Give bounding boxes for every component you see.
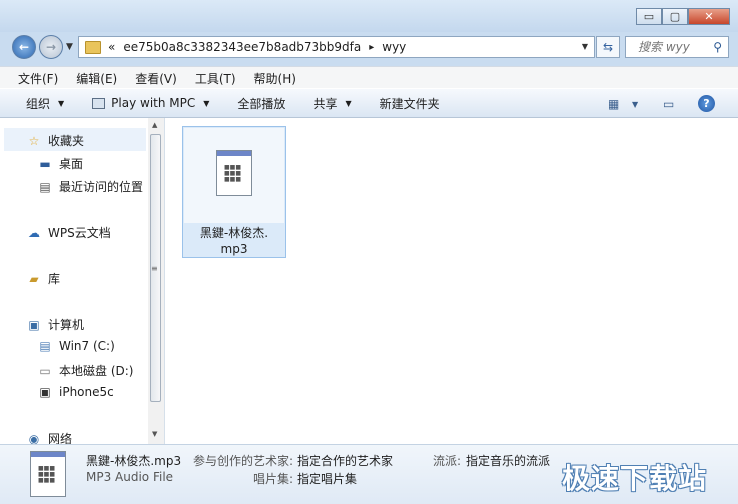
breadcrumb-item-wyy[interactable]: wyy <box>382 40 406 54</box>
menu-help[interactable]: 帮助(H) <box>245 70 305 87</box>
audio-file-icon: ■■■ ■■■ ■■■ <box>30 451 66 497</box>
window-controls: ▭ ▢ ✕ <box>636 8 730 25</box>
details-artist-label: 参与创作的艺术家: <box>193 454 294 468</box>
breadcrumb-separator[interactable]: ▸ <box>369 42 374 53</box>
scrollbar-grip-icon: ≡ <box>151 264 158 273</box>
details-file-type: MP3 Audio File <box>86 470 174 484</box>
share-button[interactable]: 共享 ▼ <box>313 95 351 112</box>
refresh-button[interactable]: ⇆ <box>596 36 620 58</box>
scroll-down-icon[interactable]: ▼ <box>152 430 157 438</box>
scroll-up-icon[interactable]: ▲ <box>152 121 157 129</box>
hard-drive-icon: ▭ <box>39 363 51 378</box>
breadcrumb-item-folder-hash[interactable]: ee75b0a8c3382343ee7b8adb73bb9dfa <box>123 40 361 54</box>
breadcrumb-overflow[interactable]: « <box>108 40 115 54</box>
nav-item-label: 最近访问的位置 <box>59 180 144 194</box>
nav-item-drive-c[interactable]: ▤ Win7 (C:) <box>37 339 115 353</box>
system-drive-icon: ▤ <box>39 339 51 353</box>
search-input[interactable] <box>636 39 710 55</box>
audio-file-icon: ■■■ ■■■ ■■■ <box>216 150 252 196</box>
nav-item-iphone[interactable]: ▣ iPhone5c <box>37 385 114 399</box>
address-bar[interactable]: « ee75b0a8c3382343ee7b8adb73bb9dfa ▸ wyy… <box>78 36 595 58</box>
search-box[interactable]: ⚲ <box>625 36 729 58</box>
recent-places-icon: ▤ <box>39 179 51 194</box>
share-label: 共享 <box>313 96 338 111</box>
details-album-value[interactable]: 指定唱片集 <box>297 470 357 487</box>
computer-icon: ▣ <box>28 317 40 332</box>
play-with-label: Play with MPC <box>111 96 196 110</box>
file-thumbnail: ■■■ ■■■ ■■■ <box>184 128 284 223</box>
play-all-label: 全部播放 <box>237 96 286 111</box>
menu-view[interactable]: 查看(V) <box>126 70 186 87</box>
organize-label: 组织 <box>26 96 51 111</box>
details-file-name: 黑鍵-林俊杰.mp3 <box>86 454 182 468</box>
menu-edit[interactable]: 编辑(E) <box>67 70 126 87</box>
nav-item-wps[interactable]: ☁ WPS云文档 <box>26 224 111 241</box>
details-artist-value[interactable]: 指定合作的艺术家 <box>297 452 393 469</box>
chevron-down-icon: ▼ <box>58 98 65 108</box>
file-item[interactable]: ■■■ ■■■ ■■■ 黑鍵-林俊杰. mp3 <box>182 126 286 258</box>
search-icon[interactable]: ⚲ <box>713 40 722 54</box>
nav-item-computer[interactable]: ▣ 计算机 <box>26 316 84 333</box>
view-options-icon[interactable]: ▦ <box>608 97 619 111</box>
media-player-icon <box>92 97 106 109</box>
new-folder-button[interactable]: 新建文件夹 <box>380 95 440 112</box>
chevron-down-icon[interactable]: ▼ <box>632 100 638 109</box>
nav-item-label: iPhone5c <box>59 385 114 399</box>
navigation-pane: ☆ 收藏夹 ▬ 桌面 ▤ 最近访问的位置 ☁ WPS云文档 ▰ 库 ▣ 计算机 <box>0 118 165 446</box>
nav-item-recent[interactable]: ▤ 最近访问的位置 <box>37 178 143 195</box>
address-row: ← → ▼ « ee75b0a8c3382343ee7b8adb73bb9dfa… <box>0 32 738 62</box>
back-arrow-icon: ← <box>18 40 30 54</box>
desktop-icon: ▬ <box>39 156 51 171</box>
explorer-window: ▭ ▢ ✕ ← → ▼ « ee75b0a8c3382343ee7b8adb73… <box>0 0 738 504</box>
nav-item-label: WPS云文档 <box>48 226 111 240</box>
preview-pane-icon[interactable]: ▭ <box>663 97 674 111</box>
folder-icon <box>85 40 101 54</box>
forward-button[interactable]: → <box>39 35 63 59</box>
back-button[interactable]: ← <box>12 35 36 59</box>
details-genre-label: 流派: <box>433 454 462 468</box>
nav-item-label: 库 <box>48 272 61 286</box>
nav-item-label: Win7 (C:) <box>59 339 115 353</box>
refresh-icon: ⇆ <box>602 40 614 54</box>
title-bar: ▭ ▢ ✕ <box>0 0 738 32</box>
nav-item-label: 本地磁盘 (D:) <box>59 364 134 378</box>
nav-item-drive-d[interactable]: ▭ 本地磁盘 (D:) <box>37 362 133 379</box>
content-area: ☆ 收藏夹 ▬ 桌面 ▤ 最近访问的位置 ☁ WPS云文档 ▰ 库 ▣ 计算机 <box>0 118 738 446</box>
organize-button[interactable]: 组织 ▼ <box>26 95 64 112</box>
menu-file[interactable]: 文件(F) <box>9 70 67 87</box>
close-button[interactable]: ✕ <box>688 8 730 25</box>
nav-item-library[interactable]: ▰ 库 <box>26 270 60 287</box>
recent-pages-dropdown[interactable]: ▼ <box>66 42 73 52</box>
command-bar: 组织 ▼ Play with MPC ▼ 全部播放 共享 ▼ 新建文件夹 ▦ ▼ ▭ … <box>0 88 738 118</box>
new-folder-label: 新建文件夹 <box>379 96 440 111</box>
cloud-icon: ☁ <box>28 225 40 240</box>
menu-tools[interactable]: 工具(T) <box>186 70 245 87</box>
nav-item-desktop[interactable]: ▬ 桌面 <box>37 155 83 172</box>
details-album-label: 唱片集: <box>253 472 294 486</box>
nav-scrollbar[interactable]: ▲ ≡ ▼ <box>148 118 164 444</box>
play-with-button[interactable]: Play with MPC ▼ <box>92 96 209 110</box>
details-pane: ■■■ ■■■ ■■■ 黑鍵-林俊杰.mp3 MP3 Audio File 参与… <box>0 444 738 504</box>
file-name: 黑鍵-林俊杰. mp3 <box>199 226 269 256</box>
nav-item-favorites[interactable]: ☆ 收藏夹 <box>26 132 84 149</box>
library-icon: ▰ <box>29 271 39 286</box>
menu-bar: 文件(F) 编辑(E) 查看(V) 工具(T) 帮助(H) <box>0 66 738 89</box>
nav-item-label: 桌面 <box>59 157 84 171</box>
chevron-down-icon: ▼ <box>203 98 210 108</box>
chevron-down-icon: ▼ <box>345 98 352 108</box>
maximize-button[interactable]: ▢ <box>662 8 688 25</box>
file-list: ■■■ ■■■ ■■■ 黑鍵-林俊杰. mp3 <box>165 118 738 444</box>
address-dropdown-icon[interactable]: ▼ <box>582 42 588 51</box>
forward-arrow-icon: → <box>45 40 57 54</box>
nav-item-label: 收藏夹 <box>48 134 85 148</box>
details-genre-value[interactable]: 指定音乐的流派 <box>466 452 550 469</box>
nav-item-label: 计算机 <box>48 318 85 332</box>
site-watermark: 极速下载站 <box>562 462 708 495</box>
help-icon[interactable]: ? <box>698 95 715 112</box>
device-icon: ▣ <box>39 385 51 399</box>
minimize-button[interactable]: ▭ <box>636 8 662 25</box>
play-all-button[interactable]: 全部播放 <box>237 95 285 112</box>
star-icon: ☆ <box>28 133 40 148</box>
